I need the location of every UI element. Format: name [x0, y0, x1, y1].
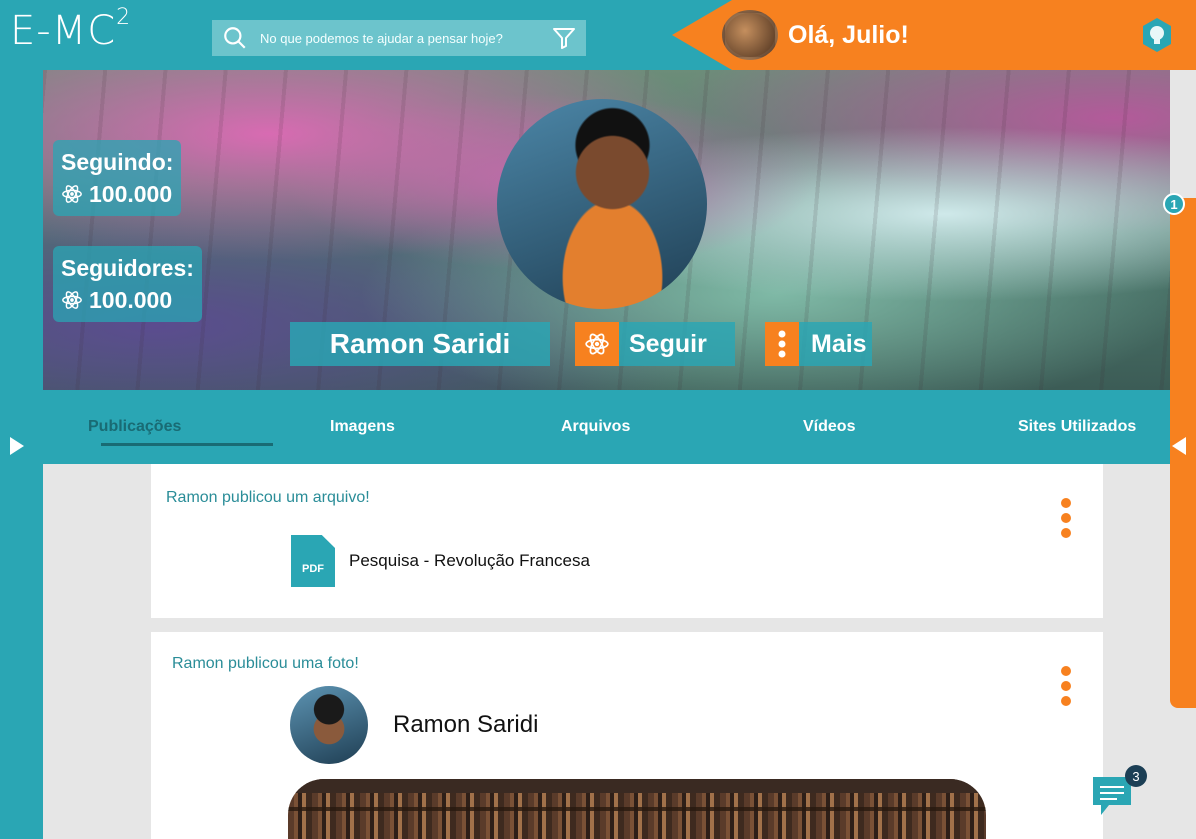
post-author-name[interactable]: Ramon Saridi	[393, 711, 538, 739]
pdf-file-icon[interactable]: PDF	[291, 535, 335, 587]
follow-button[interactable]: Seguir	[575, 322, 735, 366]
tab-publicacoes[interactable]: Publicações	[88, 418, 181, 436]
app-logo[interactable]: E-MC2	[10, 4, 132, 54]
atom-icon	[575, 322, 619, 366]
atom-icon	[62, 185, 82, 203]
file-name-link[interactable]: Pesquisa - Revolução Francesa	[349, 551, 590, 571]
logo-text: E-MC	[10, 8, 117, 54]
tab-arquivos[interactable]: Arquivos	[561, 418, 630, 436]
expand-left-arrow-icon[interactable]	[10, 437, 24, 455]
following-stat[interactable]: Seguindo: 100.000	[53, 140, 182, 216]
search-bar[interactable]: No que podemos te ajudar a pensar hoje?	[212, 20, 586, 56]
followers-label: Seguidores:	[61, 255, 194, 281]
more-button[interactable]: Mais	[765, 322, 872, 366]
logo-superscript: 2	[116, 4, 132, 30]
atom-icon	[62, 291, 82, 309]
user-avatar[interactable]	[722, 10, 778, 60]
file-type-label: PDF	[302, 563, 324, 575]
lightbulb-icon[interactable]	[1138, 16, 1176, 54]
post-photo[interactable]	[288, 779, 986, 839]
greeting-text: Olá, Julio!	[788, 21, 909, 49]
author-avatar[interactable]	[290, 686, 368, 764]
kebab-icon	[765, 322, 799, 366]
search-input[interactable]: No que podemos te ajudar a pensar hoje?	[260, 31, 552, 46]
active-tab-indicator	[101, 443, 273, 446]
post-title: Ramon publicou uma foto!	[172, 655, 359, 672]
tab-imagens[interactable]: Imagens	[330, 418, 395, 436]
expand-right-arrow-icon[interactable]	[1172, 437, 1186, 455]
followers-stat[interactable]: Seguidores: 100.000	[53, 246, 202, 322]
search-icon[interactable]	[222, 25, 248, 51]
profile-tabs: Publicações Imagens Arquivos Vídeos Site…	[43, 390, 1170, 464]
follow-label: Seguir	[629, 329, 707, 358]
post-menu-icon[interactable]	[1061, 666, 1071, 706]
more-label: Mais	[811, 329, 867, 358]
profile-name: Ramon Saridi	[290, 322, 550, 366]
post-menu-icon[interactable]	[1061, 498, 1071, 538]
filter-icon[interactable]	[552, 26, 576, 50]
post-title: Ramon publicou um arquivo!	[166, 489, 370, 506]
chat-badge: 3	[1125, 765, 1147, 787]
tab-sites-utilizados[interactable]: Sites Utilizados	[1018, 418, 1136, 436]
following-label: Seguindo:	[61, 149, 174, 175]
profile-photo[interactable]	[497, 99, 707, 309]
tab-videos[interactable]: Vídeos	[803, 418, 855, 436]
following-count: 100.000	[89, 181, 173, 207]
notification-badge: 1	[1163, 193, 1185, 215]
followers-count: 100.000	[89, 287, 173, 313]
